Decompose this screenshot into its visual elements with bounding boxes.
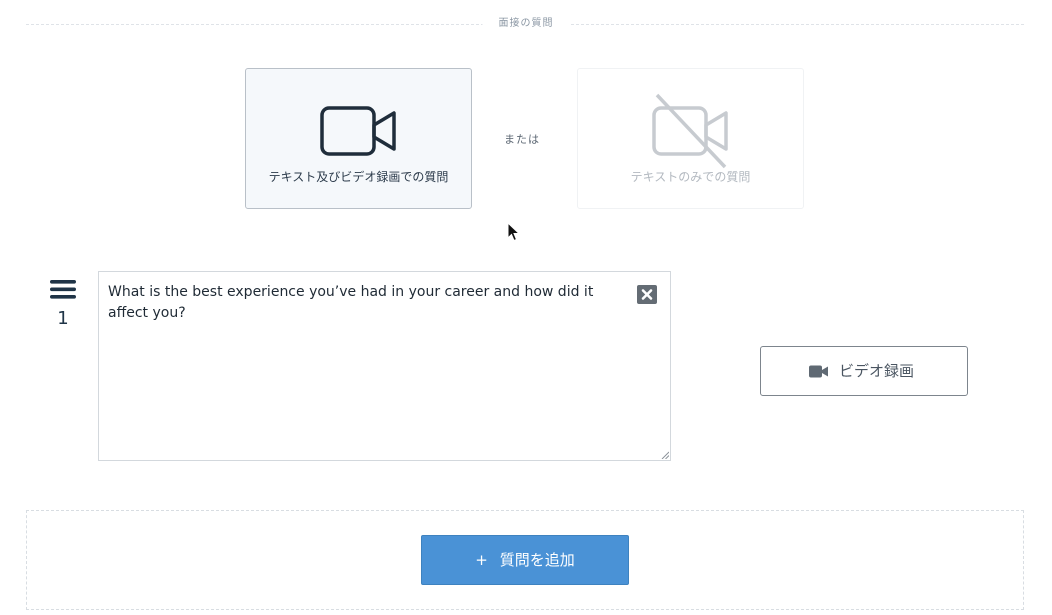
close-icon <box>641 289 653 300</box>
resize-grip-icon[interactable] <box>661 451 669 459</box>
hamburger-menu-icon[interactable] <box>50 279 76 301</box>
text-only-mode-card[interactable]: テキストのみでの質問 <box>577 68 804 209</box>
video-mode-label: テキスト及びビデオ録画での質問 <box>268 170 449 184</box>
add-question-button[interactable]: + 質問を追加 <box>421 535 629 585</box>
video-camera-off-icon <box>651 93 728 169</box>
record-video-button[interactable]: ビデオ録画 <box>760 346 968 396</box>
question-textarea[interactable]: What is the best experience you’ve had i… <box>98 271 671 461</box>
interview-questions-page: 面接の質問 テキスト及びビデオ録画での質問 または テキストのみでの質問 1 W… <box>0 0 1052 615</box>
video-question-mode-card[interactable]: テキスト及びビデオ録画での質問 <box>245 68 472 209</box>
video-camera-icon <box>809 365 828 378</box>
text-mode-label: テキストのみでの質問 <box>630 170 751 184</box>
add-question-label: 質問を追加 <box>499 551 575 569</box>
delete-question-button[interactable] <box>637 285 657 304</box>
plus-icon: + <box>475 551 488 569</box>
question-text[interactable]: What is the best experience you’ve had i… <box>108 282 628 324</box>
section-title: 面接の質問 <box>482 17 570 31</box>
mouse-cursor-icon <box>507 222 521 242</box>
video-camera-icon <box>319 106 396 156</box>
record-video-label: ビデオ録画 <box>839 362 915 380</box>
or-separator: または <box>504 133 540 146</box>
question-number: 1 <box>57 308 69 329</box>
